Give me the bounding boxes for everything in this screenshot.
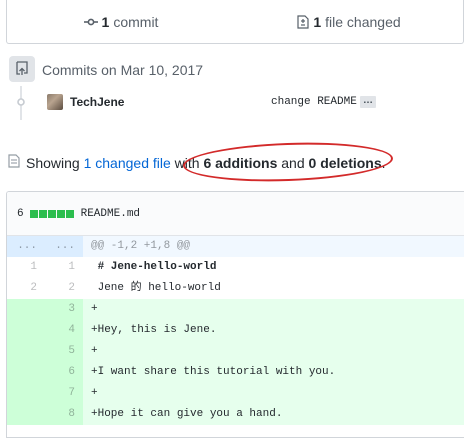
old-line-number[interactable] [7,404,45,425]
diff-line-code: + [91,387,98,399]
avatar[interactable] [47,94,63,110]
commits-tab[interactable]: 1 commit [7,0,235,43]
diffstat-block-added [47,209,56,218]
commit-author[interactable]: TechJene [70,95,124,109]
diff-line-code: +Hey, this is Jene. [91,324,217,336]
file-change-count: 6 [17,207,24,220]
old-line-number[interactable]: 2 [7,278,45,299]
changed-files-link[interactable]: 1 changed file [84,155,171,171]
diff-line-context: 22 Jene 的 hello-world [7,278,464,299]
diff-line-context: 11 # Jene-hello-world [7,257,464,278]
hunk-new-expander[interactable]: ... [45,236,83,257]
file-diff: 6 README.md ... ... @@ -1,2 +1,8 @@ 11 #… [6,191,464,438]
overall-summary-bar: 1 commit 1 file changed [6,0,464,44]
diff-line-addition: 5 + [7,341,464,362]
diffstat-block-added [38,209,47,218]
diff-line-addition: 8 +Hope it can give you a hand. [7,404,464,425]
files-label: file changed [325,13,401,30]
new-line-number[interactable]: 8 [45,404,83,425]
new-line-number[interactable]: 3 [45,299,83,320]
hunk-header-text: @@ -1,2 +1,8 @@ [91,240,191,252]
diff-line-code: Jene 的 hello-world [91,282,221,294]
summary-with: with [174,155,200,171]
diff-lines: 11 # Jene-hello-world 2 2 Jene 的 hello-wor… [7,257,464,425]
old-line-number[interactable] [7,383,45,404]
old-line-number[interactable]: 1 [7,257,45,278]
diff-line-addition: 7 + [7,383,464,404]
file-name[interactable]: README.md [81,208,140,220]
hunk-old-expander[interactable]: ... [7,236,45,257]
diffstat-block-added [56,209,65,218]
diffstat-block-added [65,209,74,218]
old-line-number[interactable] [7,299,45,320]
new-line-number[interactable]: 5 [45,341,83,362]
summary-and: and [281,155,305,171]
old-line-number[interactable] [7,320,45,341]
diff-summary-text: Showing 1 changed file with 6 additions … [26,155,386,171]
diff-line-code: + [91,303,98,315]
commits-count: 1 [101,13,110,30]
expand-commit-message-button[interactable]: … [360,96,376,108]
diff-line-code: +I want share this tutorial with you. [91,366,336,378]
diff-line-addition: 6 +I want share this tutorial with you. [7,362,464,383]
summary-prefix: Showing [26,155,80,171]
file-header[interactable]: 6 README.md [7,192,464,236]
files-changed-tab[interactable]: 1 file changed [235,0,463,43]
diff-line-code: # Jene-hello-world [91,261,217,273]
new-line-number[interactable]: 1 [45,257,83,278]
additions-count: 6 additions [203,155,278,171]
new-line-number[interactable]: 4 [45,320,83,341]
diffstat-block-added [29,209,38,218]
commit-dot-icon [14,95,28,109]
old-line-number[interactable] [7,362,45,383]
new-line-number[interactable]: 2 [45,278,83,299]
diff-line-code: +Hope it can give you a hand. [91,408,283,420]
summary-period: . [381,155,386,171]
commit-message-link[interactable]: change README [271,96,357,108]
hunk-header-row[interactable]: ... ... @@ -1,2 +1,8 @@ [7,236,464,257]
repo-push-icon [9,56,35,82]
old-line-number[interactable] [7,341,45,362]
new-line-number[interactable]: 7 [45,383,83,404]
diff-line-code: + [91,345,98,357]
diff-line-addition: 3 + [7,299,464,320]
commits-date-heading: Commits on Mar 10, 2017 [42,62,204,78]
diff-line-addition: 4 +Hey, this is Jene. [7,320,464,341]
file-diff-icon [297,14,309,29]
files-count: 1 [313,13,322,30]
deletions-count: 0 deletions [308,155,382,171]
commit-icon [83,16,98,28]
commits-label: commit [113,13,159,30]
diffstat-bar [29,209,75,218]
new-line-number[interactable]: 6 [45,362,83,383]
toc-icon[interactable] [8,154,20,173]
